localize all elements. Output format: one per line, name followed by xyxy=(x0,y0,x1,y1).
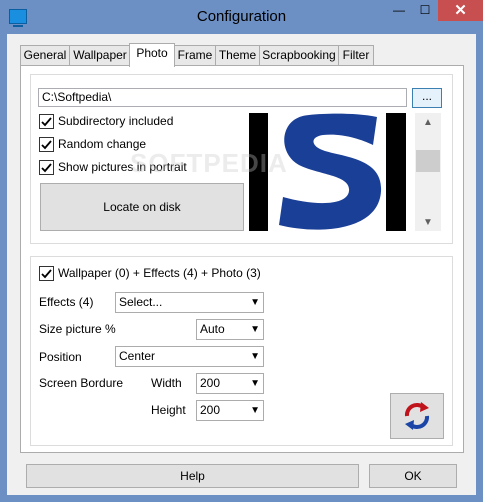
screen-border-label: Screen Bordure xyxy=(39,376,124,390)
width-label: Width xyxy=(151,376,182,390)
checkmark-icon xyxy=(41,163,52,173)
height-value: 200 xyxy=(200,403,221,417)
close-button[interactable]: ✕ xyxy=(438,0,483,21)
chevron-down-icon: ▼ xyxy=(250,351,260,362)
refresh-button[interactable] xyxy=(390,393,444,439)
chevron-down-icon: ▼ xyxy=(250,405,260,416)
help-button[interactable]: Help xyxy=(26,464,359,488)
subdirectory-checkbox[interactable] xyxy=(39,114,54,129)
effects-label: Effects (4) xyxy=(39,295,94,309)
effects-select[interactable]: Select... ▼ xyxy=(115,292,264,313)
checkmark-icon xyxy=(41,117,52,127)
minimize-button[interactable]: — xyxy=(386,0,412,21)
random-change-checkbox[interactable] xyxy=(39,137,54,152)
tab-frame[interactable]: Frame xyxy=(174,45,216,65)
height-select[interactable]: 200 ▼ xyxy=(196,400,264,421)
subdirectory-label: Subdirectory included xyxy=(58,114,174,128)
size-picture-value: Auto xyxy=(200,322,225,336)
maximize-button[interactable]: ☐ xyxy=(412,0,438,21)
chevron-down-icon: ▼ xyxy=(250,297,260,308)
tab-scrapbooking[interactable]: Scrapbooking xyxy=(259,45,339,65)
ok-button[interactable]: OK xyxy=(369,464,457,488)
tab-general[interactable]: General xyxy=(20,45,70,65)
position-label: Position xyxy=(39,350,82,364)
preview-scrollbar[interactable]: ▲ ▼ xyxy=(415,113,441,231)
position-value: Center xyxy=(119,349,156,363)
tab-theme[interactable]: Theme xyxy=(215,45,260,65)
height-label: Height xyxy=(151,403,186,417)
watermark-text: SOFTPEDIA xyxy=(130,148,288,178)
scroll-thumb[interactable] xyxy=(416,150,440,172)
effects-select-value: Select... xyxy=(119,295,163,309)
position-select[interactable]: Center ▼ xyxy=(115,346,264,367)
locate-on-disk-button[interactable]: Locate on disk xyxy=(40,183,244,231)
photo-path-input[interactable]: C:\Softpedia\ xyxy=(38,88,407,107)
width-value: 200 xyxy=(200,376,221,390)
scroll-down-icon[interactable]: ▼ xyxy=(415,217,441,228)
tab-wallpaper[interactable]: Wallpaper xyxy=(69,45,131,65)
chevron-down-icon: ▼ xyxy=(250,324,260,335)
portrait-checkbox[interactable] xyxy=(39,160,54,175)
tab-filter[interactable]: Filter xyxy=(338,45,374,65)
width-select[interactable]: 200 ▼ xyxy=(196,373,264,394)
chevron-down-icon: ▼ xyxy=(250,378,260,389)
tab-photo[interactable]: Photo xyxy=(129,43,175,67)
checkmark-icon xyxy=(41,269,52,279)
scroll-up-icon[interactable]: ▲ xyxy=(415,117,441,128)
wallpaper-summary-label: Wallpaper (0) + Effects (4) + Photo (3) xyxy=(58,266,261,280)
title-bar: Configuration — ☐ ✕ xyxy=(0,0,483,34)
wallpaper-checkbox[interactable] xyxy=(39,266,54,281)
size-picture-label: Size picture % xyxy=(39,322,116,336)
size-picture-select[interactable]: Auto ▼ xyxy=(196,319,264,340)
browse-button[interactable]: ... xyxy=(412,88,442,108)
checkmark-icon xyxy=(41,140,52,150)
refresh-icon xyxy=(404,402,430,430)
